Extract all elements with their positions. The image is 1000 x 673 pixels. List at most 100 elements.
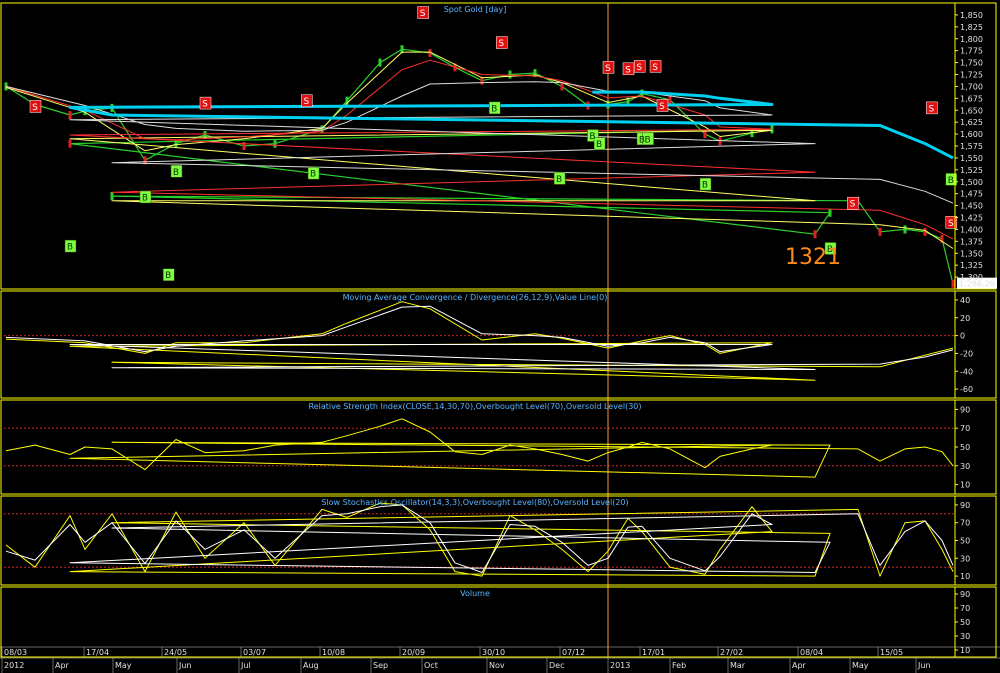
y-tick-label-price: 1,400: [960, 225, 983, 234]
y-tick-label-volume: 90: [960, 590, 970, 599]
price-candle: [68, 111, 72, 120]
y-tick-label-price: 1,675: [960, 94, 983, 103]
y-tick-label-price: 1,500: [960, 178, 983, 187]
sell-signal-label: S: [303, 97, 309, 107]
sell-signal-label: S: [605, 64, 611, 74]
y-tick-label-macd: -20: [960, 349, 973, 358]
x-month-label: Apr: [792, 661, 807, 670]
panel-title-volume: Volume: [460, 589, 490, 598]
sell-signal-label: S: [636, 63, 642, 73]
buy-signal-label: B: [173, 168, 179, 178]
y-tick-label-volume: 30: [960, 632, 970, 641]
price-candle: [951, 279, 955, 288]
x-date-label: 17/01: [642, 648, 665, 657]
price-candle: [923, 227, 927, 236]
x-date-label: 03/07: [243, 648, 266, 657]
buy-signal-label: B: [556, 175, 562, 185]
price-candle: [828, 208, 832, 217]
buy-signal-label: B: [596, 140, 602, 150]
buy-signal-label: B: [310, 170, 316, 180]
y-tick-label-volume: 70: [960, 604, 970, 613]
y-tick-label-price: 1,850: [960, 11, 983, 20]
y-tick-label-price: 1,600: [960, 130, 983, 139]
buy-signal-label: B: [142, 194, 148, 204]
y-tick-label-rsi: 90: [960, 405, 970, 414]
x-date-label: 20/09: [402, 648, 425, 657]
x-date-label: 10/08: [322, 648, 345, 657]
y-tick-label-price: 1,525: [960, 166, 983, 175]
x-month-label: Jul: [240, 661, 251, 670]
x-month-label: Nov: [489, 661, 505, 670]
y-tick-label-price: 1,700: [960, 82, 983, 91]
x-month-label: Jun: [178, 661, 192, 670]
sell-signal-label: S: [32, 103, 38, 113]
series-line-price-ema-fast: [5, 51, 954, 249]
price-candle: [508, 70, 512, 79]
y-tick-label-price: 1,625: [960, 118, 983, 127]
x-month-label: Mar: [730, 661, 746, 670]
price-annotation: 1321: [785, 245, 841, 270]
sell-signal-label: S: [659, 102, 665, 112]
series-line-macd-signal: [5, 305, 954, 370]
sell-signal-label: S: [498, 39, 504, 49]
x-month-label: 2012: [4, 661, 24, 670]
y-tick-label-stoch: 90: [960, 501, 970, 510]
x-date-label: 30/10: [482, 648, 505, 657]
sell-signal-label: S: [420, 9, 426, 19]
y-tick-label-volume: 50: [960, 618, 970, 627]
price-candle: [813, 230, 817, 239]
sell-signal-label: S: [202, 100, 208, 110]
y-tick-label-price: 1,575: [960, 142, 983, 151]
x-month-label: Dec: [549, 661, 564, 670]
buy-signal-label: B: [491, 104, 497, 114]
x-month-label: Oct: [424, 661, 438, 670]
panel-frame-rsi: [0, 399, 997, 495]
x-month-label: May: [115, 661, 132, 670]
panel-title-macd: Moving Average Convergence / Divergence(…: [343, 293, 608, 302]
y-tick-label-volume: 10: [960, 646, 970, 655]
y-tick-label-rsi: 30: [960, 462, 970, 471]
y-tick-label-price: 1,450: [960, 202, 983, 211]
x-month-label: Jun: [917, 661, 931, 670]
price-candle: [68, 139, 72, 148]
y-tick-label-macd: 40: [960, 296, 970, 305]
panel-frame-volume: [0, 586, 997, 658]
y-tick-label-stoch: 50: [960, 537, 970, 546]
x-date-label: 07/12: [562, 648, 585, 657]
sell-signal-label: S: [948, 219, 954, 229]
y-tick-label-price: 1,325: [960, 261, 983, 270]
y-tick-label-macd: -40: [960, 367, 973, 376]
price-candle: [378, 58, 382, 67]
y-tick-label-stoch: 30: [960, 554, 970, 563]
y-tick-label-price: 1,350: [960, 249, 983, 258]
y-tick-label-price: 1,825: [960, 23, 983, 32]
y-tick-label-price: 1,475: [960, 190, 983, 199]
price-candle: [110, 192, 114, 201]
x-month-label: Feb: [672, 661, 686, 670]
buy-signal-label: B: [589, 132, 595, 142]
y-tick-label-macd: -60: [960, 385, 973, 394]
series-line-stoch-d: [5, 504, 954, 573]
x-date-label: 15/05: [880, 648, 903, 657]
panel-title-rsi: Relative Strength Index(CLOSE,14,30,70),…: [309, 402, 642, 411]
buy-signal-label: B: [948, 176, 954, 186]
series-line-rsi-rsi: [5, 418, 954, 478]
y-tick-label-macd: 20: [960, 314, 970, 323]
x-month-label: Sep: [373, 661, 388, 670]
y-tick-label-price: 1,750: [960, 59, 983, 68]
sell-signal-label: S: [625, 65, 631, 75]
price-candle: [668, 95, 672, 104]
y-tick-label-rsi: 50: [960, 443, 970, 452]
sell-signal-label: S: [929, 104, 935, 114]
y-tick-label-stoch: 70: [960, 519, 970, 528]
price-candle: [718, 137, 722, 146]
x-date-label: 08/03: [4, 648, 27, 657]
stock-chart: Spot Gold [day] 1,850 1,825 1,800 1,775 1,750…: [0, 2, 1000, 673]
buy-signal-label: B: [645, 135, 651, 145]
sell-signal-label: S: [850, 200, 856, 210]
buy-signal-label: B: [165, 271, 171, 281]
price-candle: [878, 227, 882, 236]
sell-signal-label: S: [652, 63, 658, 73]
last-price-label: 1,286.20: [959, 280, 995, 289]
buy-signal-label: B: [702, 181, 708, 191]
